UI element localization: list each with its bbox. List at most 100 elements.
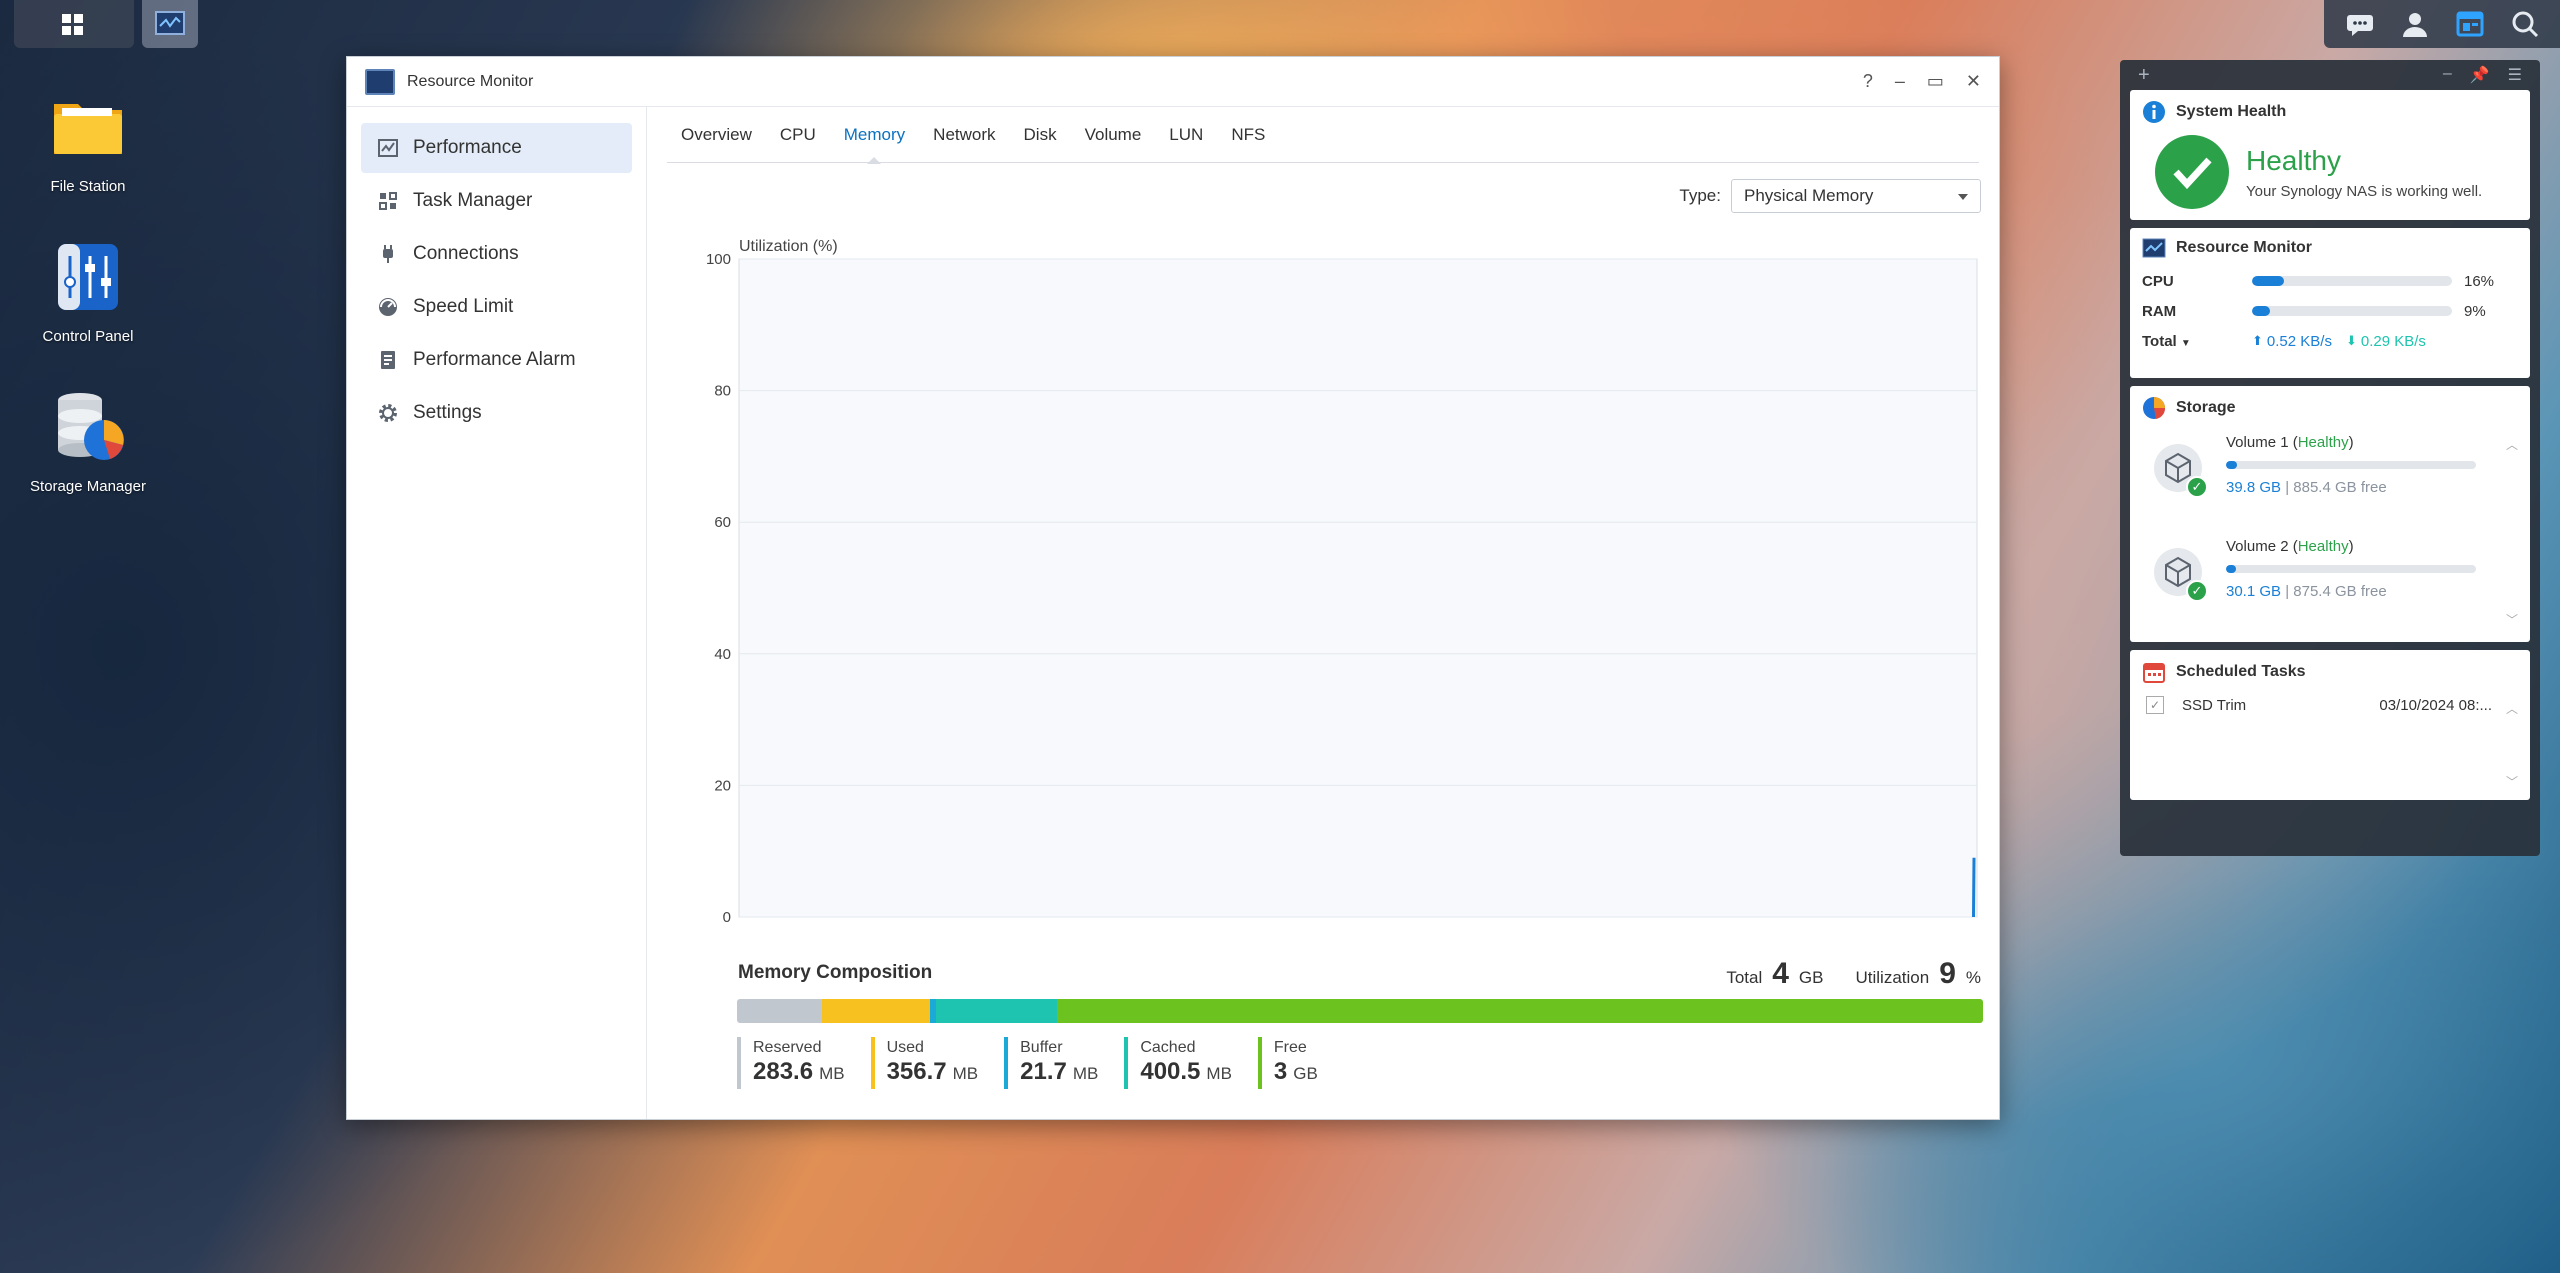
legend-name: Free: [1273, 1039, 1307, 1056]
minimize-icon[interactable]: –: [2443, 65, 2452, 85]
calendar-icon: [2142, 660, 2166, 684]
volume-usage-fill: [2226, 565, 2236, 573]
total-dropdown[interactable]: Total ▼: [2142, 333, 2252, 350]
y-tick-label: 20: [714, 777, 731, 794]
resource-monitor-icon: [155, 11, 185, 35]
legend-unit: GB: [1293, 1064, 1318, 1083]
scroll-up-icon[interactable]: ︿: [2506, 436, 2518, 453]
volume-name: Volume 1: [2226, 434, 2289, 451]
task-time: 03/10/2024 08:...: [2379, 696, 2492, 714]
ram-label: RAM: [2142, 302, 2177, 320]
system-health-widget: System Health Healthy Your Synology NAS …: [2130, 90, 2530, 220]
resource-monitor-icon: [2142, 238, 2166, 258]
download-icon: ⬇: [2345, 333, 2357, 348]
legend-number: 283.6: [753, 1058, 814, 1085]
legend-value: 21.7 MB: [1020, 1057, 1098, 1089]
legend-value: 356.7 MB: [887, 1057, 979, 1089]
scroll-down-icon[interactable]: ﹀: [2506, 611, 2518, 628]
volume-status: Healthy: [2297, 538, 2349, 555]
task-name: SSD Trim: [2182, 696, 2247, 714]
legend-name: Used: [886, 1039, 924, 1056]
memory-totals: Total 4 GB Utilization 9 %: [1726, 957, 1981, 991]
add-widget-icon[interactable]: +: [2138, 64, 2150, 87]
composition-segment-free: [1057, 999, 1983, 1023]
legend-name: Cached: [1140, 1039, 1196, 1056]
task-row[interactable]: ✓ SSD Trim 03/10/2024 08:...: [2142, 696, 2518, 714]
legend-name: Buffer: [1020, 1039, 1063, 1056]
volume-usage-fill: [2226, 461, 2237, 469]
control-panel-icon: [48, 238, 128, 318]
storage-manager-icon: [48, 388, 128, 468]
storage-widget: Storage ✓ Volume 1 (Healthy) 39.8 GB | 8…: [2130, 386, 2530, 642]
upload-rate: 0.52 KB/s: [2266, 332, 2332, 350]
desktop-icon-label: File Station: [50, 178, 126, 195]
check-icon: [2154, 134, 2230, 210]
volume-name: Volume 2: [2226, 538, 2289, 555]
legend-item-reserved: Reserved 283.6 MB: [737, 1037, 845, 1089]
resource-monitor-widget: Resource Monitor CPU 16% RAM 9% Total ▼ …: [2130, 228, 2530, 378]
volume-status: Healthy: [2297, 434, 2349, 451]
folder-icon: [48, 88, 128, 168]
info-icon: [2142, 100, 2166, 124]
utilization-unit: %: [1965, 968, 1981, 987]
scroll-up-icon[interactable]: ︿: [2506, 700, 2518, 717]
legend-value: 283.6 MB: [753, 1057, 845, 1089]
volume-free: 885.4 GB free: [2293, 479, 2387, 496]
storage-icon: [2142, 396, 2166, 420]
volume-usage-bar: [2226, 565, 2476, 573]
legend-number: 400.5: [1140, 1058, 1201, 1085]
scheduled-tasks-widget: Scheduled Tasks ✓ SSD Trim 03/10/2024 08…: [2130, 650, 2530, 800]
upload-icon: ⬆: [2252, 333, 2263, 348]
legend-value: 400.5 MB: [1140, 1057, 1232, 1089]
scheduled-tasks-title: Scheduled Tasks: [2176, 663, 2306, 680]
health-status: Healthy: [2246, 144, 2341, 176]
widget-settings-icon[interactable]: ☰: [2508, 65, 2522, 85]
legend-value: 3 GB: [1274, 1057, 1318, 1089]
legend-unit: MB: [1072, 1064, 1099, 1083]
desktop-icon-label: Control Panel: [42, 328, 134, 345]
healthy-check-icon: ✓: [2186, 476, 2208, 498]
desktop-icon-storage-manager[interactable]: Storage Manager: [0, 388, 176, 495]
legend-item-used: Used 356.7 MB: [870, 1037, 979, 1089]
widgets-icon[interactable]: [2455, 9, 2485, 39]
series-line: [1972, 857, 1976, 918]
resource-monitor-window: Resource Monitor ? – ▭ ✕ Performance Tas…: [346, 56, 2000, 1120]
legend-number: 21.7: [1020, 1058, 1067, 1085]
pin-icon[interactable]: 📌: [2470, 65, 2490, 85]
scroll-down-icon[interactable]: ﹀: [2506, 773, 2518, 790]
resource-monitor-widget-title: Resource Monitor: [2176, 239, 2313, 256]
composition-segment-cached: [936, 999, 1058, 1023]
y-tick-label: 40: [714, 646, 731, 663]
cpu-percent: 16%: [2464, 272, 2495, 290]
legend-item-buffer: Buffer 21.7 MB: [1004, 1037, 1098, 1089]
search-icon[interactable]: [2510, 9, 2540, 39]
widgets-panel: + – 📌 ☰ System Health Healthy Your Synol…: [2120, 60, 2540, 856]
ram-percent: 9%: [2464, 302, 2486, 320]
desktop-icon-file-station[interactable]: File Station: [0, 88, 176, 195]
volume-used: 39.8 GB: [2226, 479, 2282, 496]
desktop-icon-control-panel[interactable]: Control Panel: [0, 238, 176, 345]
chat-icon[interactable]: [2345, 9, 2375, 39]
widgets-header: + – 📌 ☰: [2130, 60, 2530, 90]
total-label: Total: [1726, 968, 1763, 987]
healthy-check-icon: ✓: [2186, 580, 2208, 602]
volume-item[interactable]: ✓ Volume 2 (Healthy) 30.1 GB | 875.4 GB …: [2142, 538, 2518, 628]
memory-composition-bar: [737, 999, 1983, 1023]
user-icon[interactable]: [2400, 9, 2430, 39]
network-row: Total ▼ ⬆ 0.52 KB/s ⬇ 0.29 KB/s: [2142, 326, 2518, 356]
volume-icon: ✓: [2154, 548, 2208, 602]
memory-composition-title: Memory Composition: [738, 962, 933, 983]
legend-number: 3: [1273, 1058, 1288, 1085]
total-value: 4: [1772, 957, 1789, 990]
cpu-label: CPU: [2142, 272, 2174, 290]
legend-item-free: Free 3 GB: [1257, 1037, 1318, 1089]
volume-used: 30.1 GB: [2226, 583, 2282, 600]
taskbar-resource-monitor[interactable]: [142, 0, 198, 48]
legend-number: 356.7: [886, 1058, 947, 1085]
ram-bar: [2252, 306, 2452, 316]
chart-ylabel: Utilization (%): [739, 238, 838, 255]
system-health-title: System Health: [2176, 103, 2287, 120]
volume-item[interactable]: ✓ Volume 1 (Healthy) 39.8 GB | 885.4 GB …: [2142, 434, 2518, 524]
main-menu-button[interactable]: [14, 0, 134, 48]
ram-bar-fill: [2252, 306, 2270, 316]
